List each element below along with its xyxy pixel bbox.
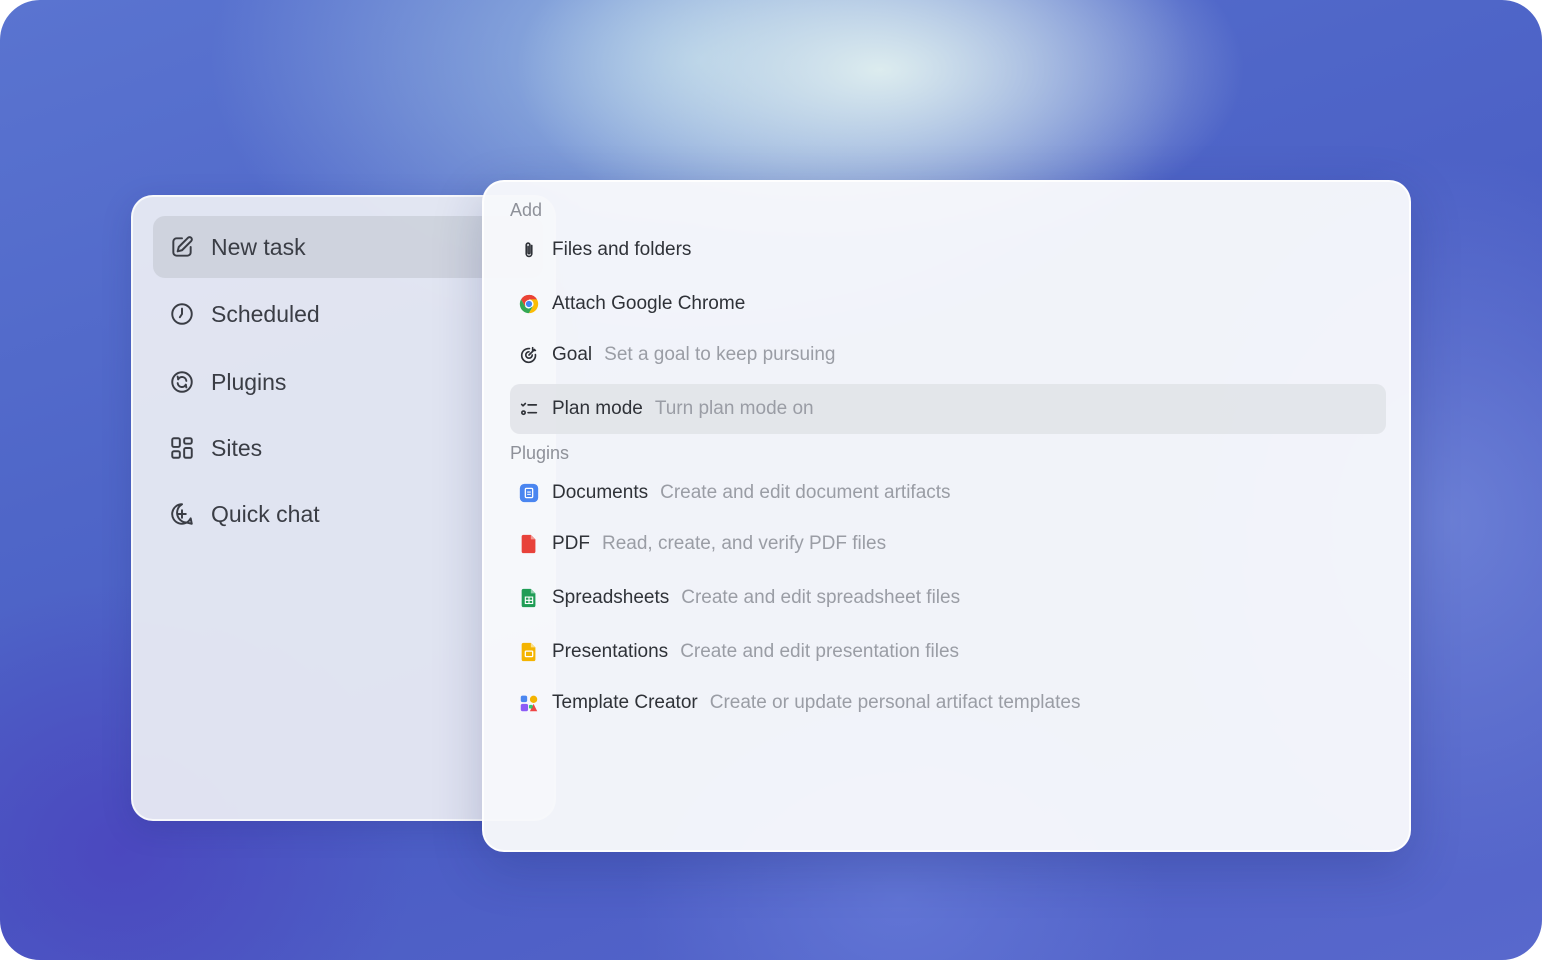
sidebar-item-label: Quick chat [211, 500, 320, 527]
section-label-plugins: Plugins [510, 443, 570, 463]
menu-item-desc: Turn plan mode on [654, 398, 814, 419]
menu-item-spreadsheets[interactable]: Spreadsheets Create and edit spreadsheet… [510, 573, 1386, 623]
menu-item-goal[interactable]: Goal Set a goal to keep pursuing [510, 330, 1386, 380]
menu-item-title: Files and folders [552, 239, 692, 260]
menu-item-template-creator[interactable]: Template Creator Create or update person… [510, 678, 1386, 728]
menu-item-title: Goal [552, 344, 593, 365]
menu-item-desc: Create or update personal artifact templ… [709, 692, 1081, 713]
presentation-icon [518, 641, 540, 663]
menu-item-desc: Create and edit presentation files [680, 641, 960, 662]
menu-item-title: PDF [552, 533, 590, 554]
documents-icon [518, 482, 540, 504]
menu-item-desc: Create and edit document artifacts [660, 482, 951, 503]
paperclip-icon [518, 239, 540, 261]
sidebar-item-label: Plugins [211, 368, 287, 395]
plugins-icon [169, 369, 195, 395]
target-icon [518, 344, 540, 366]
menu-item-pdf[interactable]: PDF Read, create, and verify PDF files [510, 519, 1386, 569]
chrome-icon [518, 293, 540, 315]
grid-icon [169, 435, 195, 461]
edit-icon [169, 234, 195, 260]
menu-item-presentations[interactable]: Presentations Create and edit presentati… [510, 627, 1386, 677]
sidebar-item-label: Scheduled [211, 300, 320, 327]
desktop-background: New task Scheduled Plugins Sites Quick c… [0, 0, 1542, 960]
menu-item-title: Template Creator [552, 692, 698, 713]
checklist-icon [518, 398, 540, 420]
pdf-icon [518, 533, 540, 555]
menu-item-title: Documents [552, 482, 649, 503]
menu-item-desc: Create and edit spreadsheet files [681, 587, 961, 608]
menu-item-title: Attach Google Chrome [552, 293, 746, 314]
add-menu-popup: Add Files and folders Attach Google Chro… [482, 180, 1411, 852]
template-icon [518, 692, 540, 714]
sidebar-item-label: Sites [211, 434, 263, 461]
menu-item-title: Presentations [552, 641, 669, 662]
clock-icon [169, 301, 195, 327]
spreadsheet-icon [518, 587, 540, 609]
sidebar-item-label: New task [211, 233, 306, 260]
menu-item-files-and-folders[interactable]: Files and folders [510, 225, 1386, 275]
menu-item-title: Plan mode [552, 398, 643, 419]
menu-item-title: Spreadsheets [552, 587, 670, 608]
chat-plus-icon [169, 501, 195, 527]
menu-item-documents[interactable]: Documents Create and edit document artif… [510, 468, 1386, 518]
menu-item-attach-google-chrome[interactable]: Attach Google Chrome [510, 279, 1386, 329]
section-label-add: Add [510, 200, 543, 220]
menu-item-desc: Read, create, and verify PDF files [602, 533, 887, 554]
menu-item-desc: Set a goal to keep pursuing [604, 344, 836, 365]
menu-item-plan-mode[interactable]: Plan mode Turn plan mode on [510, 384, 1386, 434]
